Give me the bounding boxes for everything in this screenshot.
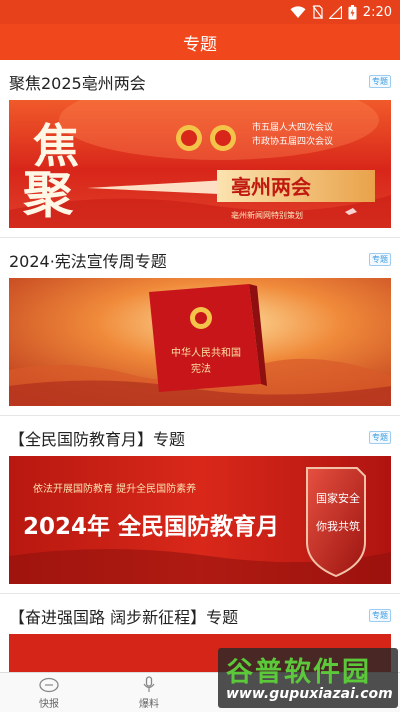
- topic-title: 聚焦2025亳州两会: [9, 74, 146, 93]
- topic-title: 【全民国防教育月】专题: [9, 430, 186, 449]
- watermark-logo: 谷普软件园 www.gupuxiazai.com: [218, 648, 398, 708]
- no-sim-icon: [312, 5, 323, 19]
- status-time: 2:20: [362, 4, 392, 20]
- topic-tag: 专题: [369, 431, 391, 444]
- shield-text-right: 你我共筑: [316, 519, 360, 533]
- tab-label: 爆料: [139, 699, 159, 710]
- app-bar: 专题: [0, 24, 400, 60]
- banner-line-2: 市政协五届四次会议: [252, 135, 333, 147]
- topic-tag: 专题: [369, 253, 391, 266]
- status-icons: 2:20: [290, 0, 392, 24]
- news-bubble-icon: [39, 677, 59, 692]
- battery-icon: [348, 4, 357, 19]
- banner-line-1: 市五届人大四次会议: [252, 121, 333, 133]
- book-title-line-2: 宪法: [191, 362, 211, 375]
- tab-label: 快报: [39, 698, 59, 710]
- banner-slogan: 依法开展国防教育 提升全民国防素养: [33, 482, 196, 495]
- banner-headline: 2024年 全民国防教育月: [23, 513, 279, 540]
- watermark-url: www.gupuxiazai.com: [226, 686, 393, 702]
- topic-header: 【全民国防教育月】专题 专题: [9, 416, 391, 456]
- book-title-line-1: 中华人民共和国: [171, 346, 241, 359]
- topic-header: 【奋进强国路 阔步新征程】专题 专题: [9, 594, 391, 634]
- tab-kuaibao[interactable]: 快报: [14, 673, 84, 712]
- tab-baoliao[interactable]: 爆料: [114, 673, 184, 712]
- wifi-icon: [290, 5, 306, 18]
- topic-banner[interactable]: 中华人民共和国 宪法: [9, 278, 391, 406]
- constitution-book-icon: [149, 284, 267, 392]
- topic-title: 2024·宪法宣传周专题: [9, 252, 167, 271]
- topic-list[interactable]: 聚焦2025亳州两会 专题 焦 聚 市五届人大四次会议 市政协五届四次会议 亳州…: [0, 60, 400, 672]
- topic-tag: 专题: [369, 75, 391, 88]
- banner-caption: 亳州新闻网特别策划: [231, 210, 303, 220]
- microphone-icon: [143, 676, 155, 692]
- banner-big-char-1: 焦: [33, 121, 79, 172]
- topic-card[interactable]: 2024·宪法宣传周专题 专题 中华人民共和国 宪法: [0, 238, 400, 416]
- topic-banner[interactable]: 依法开展国防教育 提升全民国防素养 2024年 全民国防教育月 国家安全 你我共…: [9, 456, 391, 584]
- topic-card[interactable]: 【全民国防教育月】专题 专题 依法开展国防教育 提升全民国防素养 2024年 全…: [0, 416, 400, 594]
- signal-icon: [328, 5, 342, 19]
- page-title: 专题: [183, 34, 217, 55]
- banner-headline: 亳州两会: [231, 175, 311, 199]
- banner-big-char-2: 聚: [22, 167, 74, 223]
- topic-card[interactable]: 聚焦2025亳州两会 专题 焦 聚 市五届人大四次会议 市政协五届四次会议 亳州…: [0, 60, 400, 238]
- topic-header: 2024·宪法宣传周专题 专题: [9, 238, 391, 278]
- topic-title: 【奋进强国路 阔步新征程】专题: [9, 608, 239, 627]
- watermark-title: 谷普软件园: [226, 657, 371, 688]
- topic-header: 聚焦2025亳州两会 专题: [9, 60, 391, 100]
- topic-tag: 专题: [369, 609, 391, 622]
- topic-banner[interactable]: 焦 聚 市五届人大四次会议 市政协五届四次会议 亳州两会 亳州新闻网特别策划: [9, 100, 391, 228]
- shield-text-left: 国家安全: [316, 491, 360, 505]
- status-bar: 2:20: [0, 0, 400, 24]
